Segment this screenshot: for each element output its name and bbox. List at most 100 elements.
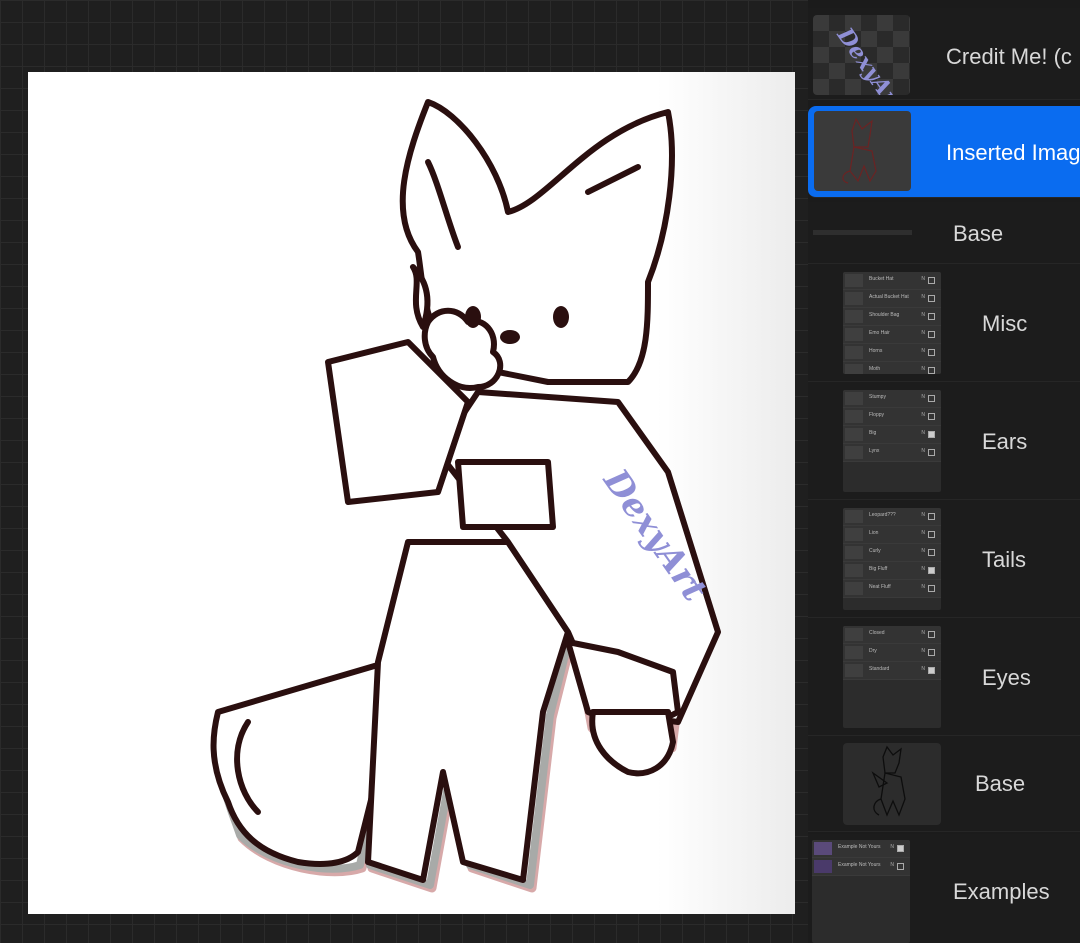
visibility-checkbox: [928, 531, 935, 538]
sublayer-name: Moth: [869, 366, 881, 372]
sublayer-name: Lynx: [869, 448, 880, 454]
visibility-checkbox: [928, 413, 935, 420]
blend-mode-indicator: N: [921, 330, 925, 336]
sublayer-name: Big Fluff: [869, 566, 888, 572]
sublayer-thumbnail: [845, 274, 863, 287]
sublayer-row: Neat Fluff N: [843, 580, 941, 598]
group-examples[interactable]: Example Not Yours N Example Not Yours N Ex…: [808, 834, 1080, 943]
sublayer-name: Shoulder Bag: [869, 312, 900, 318]
visibility-checkbox: [928, 295, 935, 302]
layer-credit-me[interactable]: DexyArt Credit Me! (c: [808, 8, 1080, 100]
thumbnail-watermark: DexyArt: [831, 23, 910, 95]
blend-mode-indicator: N: [921, 394, 925, 400]
layer-name: Eyes: [982, 665, 1031, 690]
visibility-checkbox: [897, 845, 904, 852]
visibility-checkbox: [928, 277, 935, 284]
blend-mode-indicator: N: [890, 844, 894, 850]
sublayer-row: Standard N: [843, 662, 941, 680]
sublayer-thumbnail: [845, 446, 863, 459]
group-thumbnail: Bucket Hat N Actual Bucket Hat N Shoulder …: [843, 272, 941, 374]
visibility-checkbox: [897, 863, 904, 870]
layer-thumbnail: [814, 111, 911, 191]
blend-mode-indicator: N: [921, 648, 925, 654]
blend-mode-indicator: N: [921, 530, 925, 536]
sublayer-thumbnail: [845, 646, 863, 659]
blend-mode-indicator: N: [921, 566, 925, 572]
sublayer-name: Emo Hair: [869, 330, 890, 336]
sublayer-name: Lion: [869, 530, 879, 536]
sublayer-thumbnail: [814, 860, 832, 873]
visibility-checkbox: [928, 331, 935, 338]
layer-base[interactable]: Base: [808, 736, 1080, 832]
visibility-checkbox: [928, 631, 935, 638]
sublayer-name: Neat Fluff: [869, 584, 891, 590]
blend-mode-indicator: N: [921, 584, 925, 590]
sublayer-thumbnail: [845, 310, 863, 323]
drawing-canvas[interactable]: DexyArt: [28, 72, 795, 914]
sublayer-row: Example Not Yours N: [812, 840, 910, 858]
group-thumbnail: Leopard??? N Lion N Curly N Big Fluff N Neat…: [843, 508, 941, 610]
blend-mode-indicator: N: [921, 412, 925, 418]
sublayer-thumbnail: [845, 428, 863, 441]
blend-mode-indicator: N: [921, 348, 925, 354]
visibility-checkbox: [928, 395, 935, 402]
sublayer-name: Leopard???: [869, 512, 896, 518]
blend-mode-indicator: N: [921, 448, 925, 454]
blend-mode-indicator: N: [921, 294, 925, 300]
sublayer-row: Stumpy N: [843, 390, 941, 408]
sublayer-thumbnail: [845, 510, 863, 523]
blend-mode-indicator: N: [921, 430, 925, 436]
layer-thumbnail: [843, 743, 941, 825]
sublayer-row: Lion N: [843, 526, 941, 544]
sublayer-thumbnail: [845, 564, 863, 577]
sublayer-row: Actual Bucket Hat N: [843, 290, 941, 308]
sublayer-row: Floppy N: [843, 408, 941, 426]
layer-name: Credit Me! (c: [946, 44, 1072, 69]
blend-mode-indicator: N: [921, 512, 925, 518]
sublayer-row: Shoulder Bag N: [843, 308, 941, 326]
character-lineart: [210, 99, 721, 893]
sublayer-name: Stumpy: [869, 394, 886, 400]
group-tails[interactable]: Leopard??? N Lion N Curly N Big Fluff N Neat…: [808, 500, 1080, 618]
layer-name: Base: [975, 771, 1026, 796]
sublayer-name: Example Not Yours: [838, 862, 881, 868]
visibility-checkbox: [928, 567, 935, 574]
sublayer-row: Big N: [843, 426, 941, 444]
visibility-checkbox: [928, 349, 935, 356]
sublayer-thumbnail: [845, 546, 863, 559]
visibility-checkbox: [928, 367, 935, 374]
layer-name: Examples: [953, 879, 1050, 904]
sublayer-thumbnail: [814, 842, 832, 855]
sublayer-row: Leopard??? N: [843, 508, 941, 526]
visibility-checkbox: [928, 585, 935, 592]
blend-mode-indicator: N: [921, 276, 925, 282]
group-thumbnail: Closed N Dry N Standard N: [843, 626, 941, 728]
layer-base-top[interactable]: Base: [808, 202, 1080, 264]
sublayer-thumbnail: [845, 364, 863, 374]
group-eyes[interactable]: Closed N Dry N Standard N Eyes: [808, 618, 1080, 736]
sublayer-name: Example Not Yours: [838, 844, 881, 850]
group-misc[interactable]: Bucket Hat N Actual Bucket Hat N Shoulder …: [808, 264, 1080, 382]
blend-mode-indicator: N: [921, 630, 925, 636]
group-thumbnail: Stumpy N Floppy N Big N Lynx N: [843, 390, 941, 492]
blend-mode-indicator: N: [921, 312, 925, 318]
sublayer-thumbnail: [845, 346, 863, 359]
blend-mode-indicator: N: [921, 548, 925, 554]
sublayer-row: Horns N: [843, 344, 941, 362]
sublayer-thumbnail: [845, 628, 863, 641]
sublayer-name: Horns: [869, 348, 883, 354]
visibility-checkbox: [928, 549, 935, 556]
visibility-checkbox: [928, 513, 935, 520]
sublayer-row: Big Fluff N: [843, 562, 941, 580]
sublayer-row: Bucket Hat N: [843, 272, 941, 290]
sublayer-row: Dry N: [843, 644, 941, 662]
sublayer-thumbnail: [845, 664, 863, 677]
group-ears[interactable]: Stumpy N Floppy N Big N Lynx N Ears: [808, 382, 1080, 500]
sublayer-thumbnail: [845, 392, 863, 405]
sublayer-name: Standard: [869, 666, 890, 672]
sublayer-thumbnail: [845, 292, 863, 305]
blend-mode-indicator: N: [921, 666, 925, 672]
sublayer-thumbnail: [845, 410, 863, 423]
layer-inserted-image[interactable]: Inserted Imag: [808, 106, 1080, 198]
layer-name: Base: [953, 221, 1004, 246]
